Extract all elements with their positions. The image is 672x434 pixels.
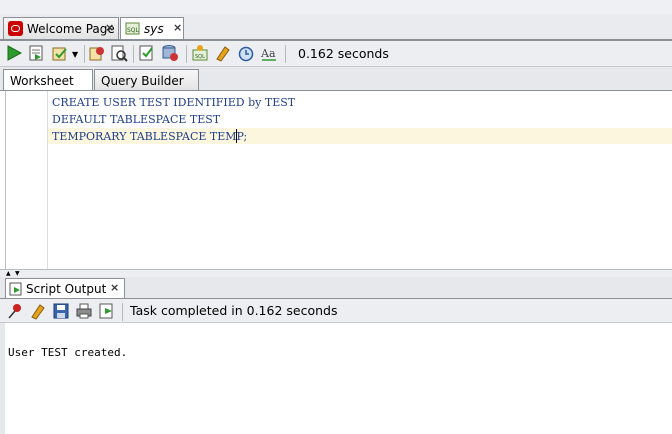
pin-icon[interactable]	[6, 302, 24, 320]
sql-tuning-icon[interactable]	[161, 44, 179, 62]
code-line: TEMPORARY TABLESPACE TEMP;	[52, 130, 248, 143]
commit-icon[interactable]	[51, 44, 69, 62]
save-icon[interactable]	[52, 302, 70, 320]
tab-script-output[interactable]: Script Output ×	[5, 278, 125, 299]
task-status: Task completed in 0.162 seconds	[130, 303, 338, 318]
script-output-area[interactable]	[0, 323, 672, 434]
tab-welcome-page[interactable]: Welcome Page ×	[3, 17, 119, 39]
history-icon[interactable]	[237, 44, 255, 62]
editor-gutter	[47, 91, 48, 269]
output-text: User TEST created.	[8, 346, 128, 359]
svg-text:Aa: Aa	[260, 47, 276, 60]
tab-label: Query Builder	[101, 74, 184, 88]
svg-text:SQL: SQL	[127, 27, 140, 34]
clear-icon[interactable]	[214, 44, 232, 62]
close-tab-icon[interactable]: ×	[110, 281, 119, 294]
tab-label: Worksheet	[10, 74, 74, 88]
worksheet-toolbar: ▼ SQL Aa 0.162 seconds	[0, 41, 672, 67]
svg-text:SQL: SQL	[195, 54, 205, 60]
close-tab-icon[interactable]: ×	[173, 21, 182, 34]
run-statement-icon[interactable]	[5, 44, 23, 62]
oracle-logo-icon	[8, 21, 23, 36]
open-in-worksheet-icon[interactable]	[98, 302, 116, 320]
script-output-icon	[9, 282, 23, 296]
close-tab-icon[interactable]: ×	[105, 21, 114, 34]
output-toolbar: Task completed in 0.162 seconds	[0, 299, 672, 323]
collapse-down-icon[interactable]: ▼	[15, 270, 20, 277]
tab-label: Welcome Page	[27, 22, 115, 36]
autotrace-icon[interactable]	[138, 44, 156, 62]
elapsed-time: 0.162 seconds	[298, 46, 389, 61]
format-icon[interactable]: Aa	[260, 44, 278, 62]
tab-sys[interactable]: SQL sys ×	[120, 17, 184, 39]
document-tab-bar: Welcome Page × SQL sys ×	[0, 14, 672, 40]
worksheet-subtabs: Worksheet Query Builder	[0, 67, 672, 91]
code-line: CREATE USER TEST IDENTIFIED by TEST	[52, 96, 296, 109]
tab-label: sys	[144, 22, 164, 36]
collapse-up-icon[interactable]: ▲	[6, 270, 11, 277]
text-caret	[236, 129, 237, 143]
window-top-strip	[0, 0, 672, 15]
sql-monitor-icon[interactable]: SQL	[191, 44, 209, 62]
tab-query-builder[interactable]: Query Builder	[94, 69, 199, 91]
rollback-icon[interactable]	[88, 44, 106, 62]
sql-worksheet-icon: SQL	[125, 22, 140, 35]
code-line: DEFAULT TABLESPACE TEST	[52, 113, 221, 126]
dropdown-arrow-icon[interactable]: ▼	[72, 50, 78, 59]
run-script-icon[interactable]	[27, 44, 45, 62]
tab-label: Script Output	[26, 282, 107, 296]
tab-worksheet[interactable]: Worksheet	[3, 69, 93, 91]
print-icon[interactable]	[75, 302, 93, 320]
output-tab-bar: Script Output ×	[0, 277, 672, 299]
explain-plan-icon[interactable]	[110, 44, 128, 62]
clear-output-icon[interactable]	[29, 302, 47, 320]
